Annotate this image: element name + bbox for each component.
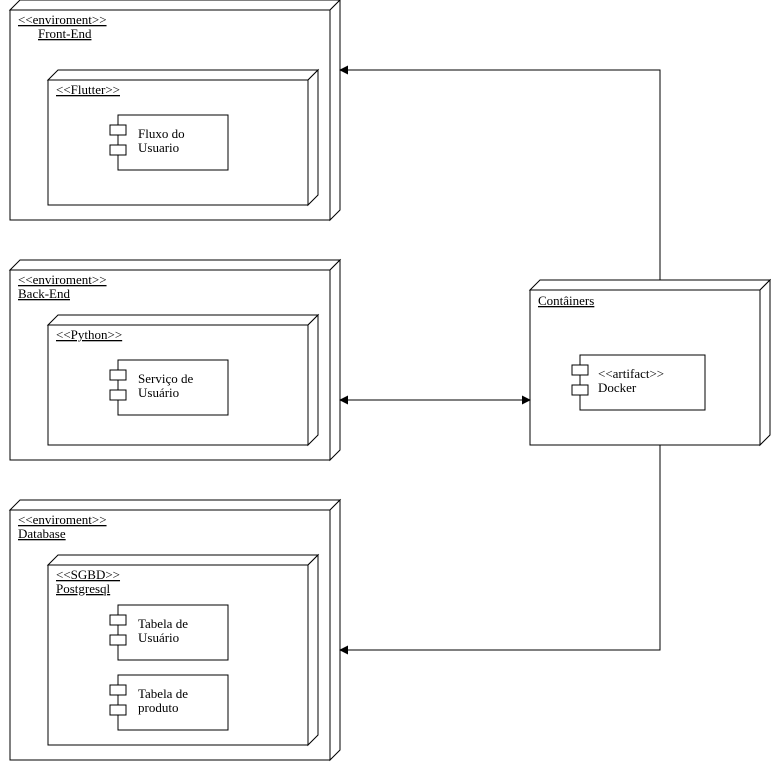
edge-containers-database — [340, 445, 660, 650]
fluxo-usuario-label-l1: Fluxo do — [138, 126, 185, 141]
sgbd-stereotype: <<SGBD>> — [56, 567, 120, 582]
component-docker: <<artifact>> Docker — [572, 355, 705, 410]
tabela-produto-label-l2: produto — [138, 700, 178, 715]
node-postgresql: <<SGBD>> Postgresql Tabela de Usuário Ta… — [48, 555, 318, 745]
python-stereotype: <<Python>> — [56, 327, 122, 342]
node-containers: Contâiners <<artifact>> Docker — [530, 280, 770, 445]
fluxo-usuario-label-l2: Usuario — [138, 140, 179, 155]
database-stereotype: <<enviroment>> — [18, 512, 107, 527]
servico-usuario-label-l1: Serviço de — [138, 371, 193, 386]
component-tabela-usuario: Tabela de Usuário — [110, 605, 228, 660]
node-database: <<enviroment>> Database <<SGBD>> Postgre… — [10, 500, 340, 760]
edge-containers-frontend — [340, 70, 660, 280]
servico-usuario-label-l2: Usuário — [138, 385, 179, 400]
component-servico-usuario: Serviço de Usuário — [110, 360, 228, 415]
docker-stereotype: <<artifact>> — [598, 366, 664, 381]
frontend-stereotype: <<enviroment>> — [18, 12, 107, 27]
deployment-diagram: <<enviroment>> Front-End <<Flutter>> Flu… — [0, 0, 771, 772]
tabela-usuario-label-l1: Tabela de — [138, 616, 188, 631]
node-flutter: <<Flutter>> Fluxo do Usuario — [48, 70, 318, 205]
database-title: Database — [18, 526, 66, 541]
component-fluxo-usuario: Fluxo do Usuario — [110, 115, 228, 170]
frontend-title: Front-End — [38, 26, 92, 41]
component-tabela-produto: Tabela de produto — [110, 675, 228, 730]
node-backend: <<enviroment>> Back-End <<Python>> Servi… — [10, 260, 340, 460]
node-python: <<Python>> Serviço de Usuário — [48, 315, 318, 445]
flutter-stereotype: <<Flutter>> — [56, 82, 120, 97]
tabela-produto-label-l1: Tabela de — [138, 686, 188, 701]
tabela-usuario-label-l2: Usuário — [138, 630, 179, 645]
backend-stereotype: <<enviroment>> — [18, 272, 107, 287]
docker-label: Docker — [598, 380, 637, 395]
containers-title: Contâiners — [538, 293, 594, 308]
postgresql-title: Postgresql — [56, 581, 111, 596]
backend-title: Back-End — [18, 286, 70, 301]
node-frontend: <<enviroment>> Front-End <<Flutter>> Flu… — [10, 0, 340, 220]
